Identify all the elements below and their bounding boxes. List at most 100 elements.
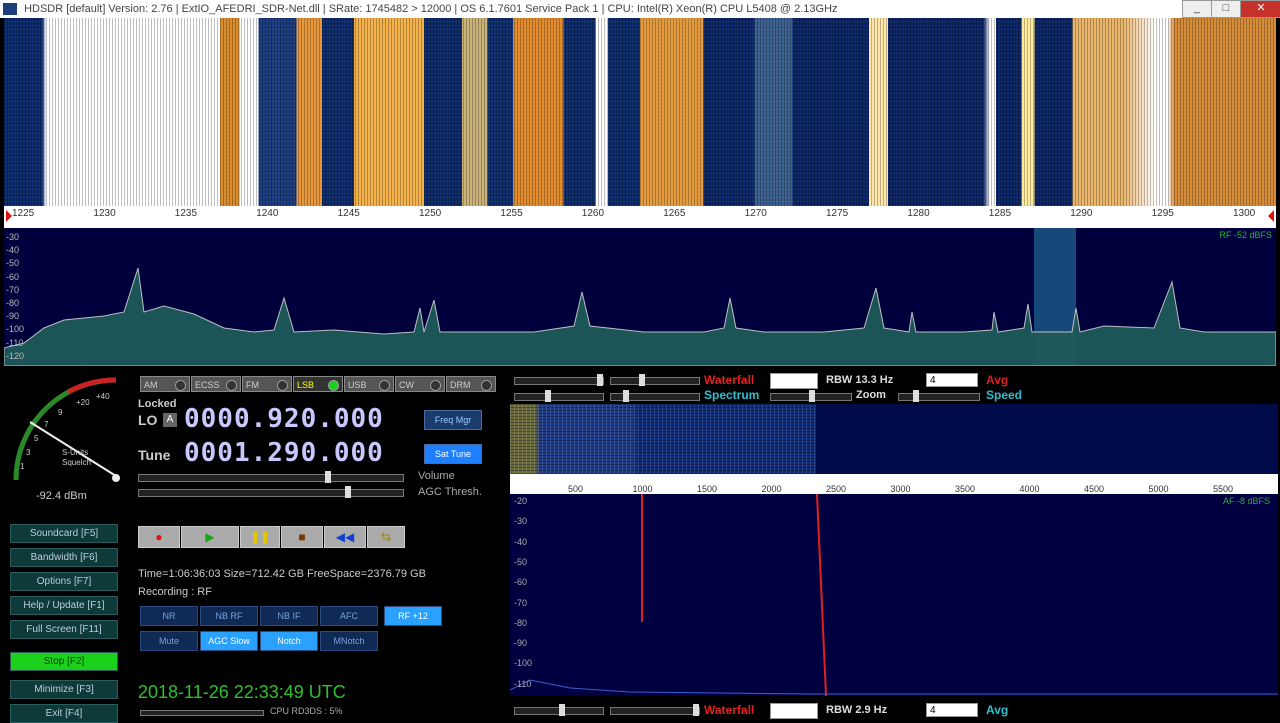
af-spectrum[interactable]: AF -8 dBFS -20 -30 -40 -50 -60 -70 -80 -90 -100 -… bbox=[510, 494, 1278, 696]
nb-if-button[interactable]: NB IF bbox=[260, 606, 318, 626]
led-icon bbox=[379, 380, 390, 391]
window-title-bar: HDSDR [default] Version: 2.76 | ExtIO_AF… bbox=[0, 0, 1280, 18]
notch-button[interactable]: Notch bbox=[260, 631, 318, 651]
exit-button[interactable]: Exit [F4] bbox=[10, 704, 118, 723]
freq-tick-label: 1295 bbox=[1151, 208, 1174, 219]
minimize-app-button[interactable]: Minimize [F3] bbox=[10, 680, 118, 699]
sat-tune-button[interactable]: Sat Tune bbox=[424, 444, 482, 464]
rf-waterfall-slider-1[interactable] bbox=[514, 374, 604, 386]
rf-frequency-scale[interactable]: 1225 1230 1235 1240 1245 1250 1255 1260 1265 1270… bbox=[4, 206, 1276, 228]
lo-lock-badge[interactable]: A bbox=[163, 413, 177, 427]
lo-frequency-display[interactable]: 0000.920.000 bbox=[184, 404, 384, 434]
slider-knob[interactable] bbox=[693, 704, 699, 716]
rf-spectrum-slider-2[interactable] bbox=[610, 390, 700, 402]
volume-slider[interactable] bbox=[138, 471, 404, 483]
squelch-caption: Squelch bbox=[62, 458, 91, 467]
agc-slow-button[interactable]: AGC Slow bbox=[200, 631, 258, 651]
af-waterfall-slider-1[interactable] bbox=[514, 704, 604, 716]
af-waterfall-slider-2[interactable] bbox=[610, 704, 700, 716]
slider-knob[interactable] bbox=[623, 390, 629, 402]
slider-knob[interactable] bbox=[545, 390, 551, 402]
af-freq-tick-label: 5500 bbox=[1213, 484, 1234, 494]
rf-spectrum-slider-1[interactable] bbox=[514, 390, 604, 402]
rf-avg-label: Avg bbox=[986, 373, 1009, 387]
slider-knob[interactable] bbox=[639, 374, 645, 386]
af-db-tick-label: -100 bbox=[514, 658, 533, 669]
slider-knob[interactable] bbox=[597, 374, 603, 386]
options-button[interactable]: Options [F7] bbox=[10, 572, 118, 591]
utc-clock: 2018-11-26 22:33:49 UTC bbox=[138, 682, 346, 702]
slider-knob[interactable] bbox=[809, 390, 815, 402]
af-db-tick-label: -50 bbox=[514, 556, 528, 567]
maximize-button[interactable]: □ bbox=[1211, 0, 1241, 18]
tune-frequency-display[interactable]: 0001.290.000 bbox=[184, 438, 384, 468]
freq-manager-button[interactable]: Freq Mgr bbox=[424, 410, 482, 430]
mnotch-button[interactable]: MNotch bbox=[320, 631, 378, 651]
mode-lsb-button[interactable]: LSB bbox=[293, 376, 343, 392]
rf-gain-button[interactable]: RF +12 bbox=[384, 606, 442, 626]
mode-am-button[interactable]: AM bbox=[140, 376, 190, 392]
pause-button[interactable]: ❚❚ bbox=[240, 526, 280, 548]
af-frequency-scale[interactable]: 500 1000 1500 2000 2500 3000 3500 4000 4500 5000 5… bbox=[510, 474, 1278, 494]
freq-tick-label: 1235 bbox=[174, 208, 198, 219]
nb-rf-button[interactable]: NB RF bbox=[200, 606, 258, 626]
rewind-button[interactable]: ◀◀ bbox=[324, 526, 366, 548]
freq-tick-label: 1225 bbox=[12, 208, 35, 219]
help-update-button[interactable]: Help / Update [F1] bbox=[10, 596, 118, 615]
slider-knob[interactable] bbox=[559, 704, 565, 716]
volume-slider-knob[interactable] bbox=[324, 471, 331, 483]
rf-waterfall-slider-2[interactable] bbox=[610, 374, 700, 386]
soundcard-button[interactable]: Soundcard [F5] bbox=[10, 524, 118, 543]
mode-cw-button[interactable]: CW bbox=[395, 376, 445, 392]
db-tick-label: -50 bbox=[6, 258, 20, 269]
scroll-right-icon[interactable] bbox=[1268, 210, 1274, 222]
play-button[interactable]: ▶ bbox=[181, 526, 239, 548]
tune-label: Tune bbox=[138, 447, 171, 463]
rf-spectrum[interactable]: -30 -40 -50 -60 -70 -80 -90 -100 -110 -120 bbox=[4, 228, 1276, 366]
rf-waterfall[interactable] bbox=[4, 18, 1276, 206]
freq-tick-label: 1255 bbox=[500, 208, 523, 219]
record-button[interactable]: ● bbox=[138, 526, 180, 548]
af-rbw-label: RBW 2.9 Hz bbox=[826, 704, 888, 716]
stop-button[interactable]: Stop [F2] bbox=[10, 652, 118, 671]
loop-button[interactable]: ⇆ bbox=[367, 526, 405, 548]
db-tick-label: -110 bbox=[6, 337, 24, 348]
af-freq-tick-label: 2000 bbox=[761, 484, 782, 494]
afc-button[interactable]: AFC bbox=[320, 606, 378, 626]
mode-drm-button[interactable]: DRM bbox=[446, 376, 496, 392]
s-scale-label: 1 bbox=[20, 462, 25, 471]
agc-threshold-label: AGC Thresh. bbox=[418, 486, 482, 498]
close-button[interactable]: ✕ bbox=[1240, 0, 1280, 18]
af-avg-select[interactable]: 4 bbox=[926, 703, 978, 717]
agc-threshold-slider[interactable] bbox=[138, 486, 404, 498]
s-scale-label: +40 bbox=[96, 392, 110, 401]
mute-button[interactable]: Mute bbox=[140, 631, 198, 651]
af-waterfall[interactable] bbox=[510, 404, 1278, 474]
slider-knob[interactable] bbox=[913, 390, 919, 402]
af-waterfall-spin[interactable] bbox=[770, 703, 818, 719]
mode-fm-button[interactable]: FM bbox=[242, 376, 292, 392]
stop-playback-button[interactable]: ■ bbox=[281, 526, 323, 548]
bandwidth-button[interactable]: Bandwidth [F6] bbox=[10, 548, 118, 567]
rf-rbw-label: RBW 13.3 Hz bbox=[826, 374, 894, 386]
db-tick-label: -90 bbox=[6, 311, 20, 322]
db-tick-label: -30 bbox=[6, 232, 20, 242]
rf-waterfall-spin[interactable] bbox=[770, 373, 818, 389]
speed-slider[interactable] bbox=[898, 390, 980, 402]
mode-label: DRM bbox=[450, 380, 471, 390]
agc-slider-knob[interactable] bbox=[345, 486, 352, 498]
freq-tick-label: 1260 bbox=[581, 208, 605, 219]
af-freq-tick-label: 500 bbox=[568, 484, 584, 494]
s-scale-label: 9 bbox=[58, 408, 63, 417]
nr-button[interactable]: NR bbox=[140, 606, 198, 626]
af-freq-tick-label: 4500 bbox=[1084, 484, 1105, 494]
mode-usb-button[interactable]: USB bbox=[344, 376, 394, 392]
full-screen-button[interactable]: Full Screen [F11] bbox=[10, 620, 118, 639]
signal-level-readout: -92.4 dBm bbox=[36, 490, 87, 502]
af-level-label: AF -8 dBFS bbox=[1222, 496, 1270, 506]
led-icon bbox=[430, 380, 441, 391]
rf-avg-select[interactable]: 4 bbox=[926, 373, 978, 387]
zoom-slider[interactable] bbox=[770, 390, 852, 402]
minimize-button[interactable]: _ bbox=[1182, 0, 1212, 18]
mode-ecss-button[interactable]: ECSS bbox=[191, 376, 241, 392]
